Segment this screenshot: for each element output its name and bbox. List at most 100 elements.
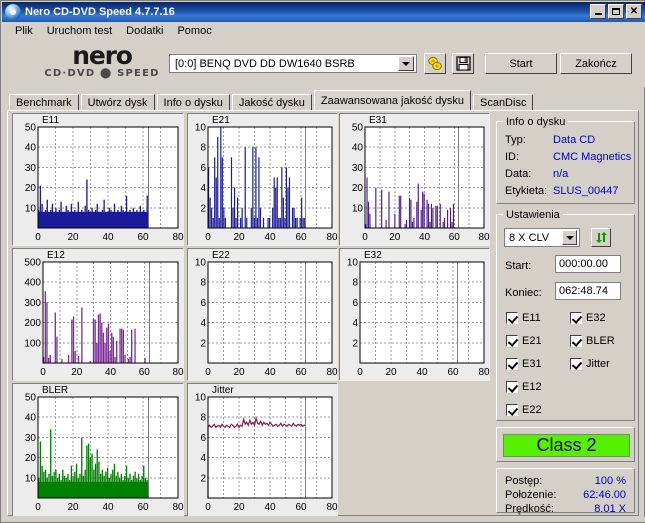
speed-label: Prędkość: [505, 503, 554, 515]
chart-title-e11: E11 [42, 115, 60, 126]
svg-text:40: 40 [25, 413, 37, 424]
svg-text:10: 10 [347, 258, 359, 269]
checkmark-icon [506, 312, 518, 324]
svg-text:10: 10 [352, 203, 364, 214]
menu-item-pomoc[interactable]: Pomoc [170, 24, 218, 38]
settings-title: Ustawienia [503, 209, 563, 221]
svg-text:4: 4 [352, 318, 358, 329]
svg-text:6: 6 [200, 433, 206, 444]
svg-text:40: 40 [102, 502, 114, 513]
position-label: Położenie: [505, 489, 557, 501]
svg-text:80: 80 [326, 367, 338, 378]
tab-advanced-disc-quality[interactable]: Zaawansowana jakość dysku [313, 90, 471, 111]
checkbox-e12[interactable]: E12 [506, 381, 542, 393]
settings-group: Ustawienia 8 X CLV Start: 000:00.00 Koni… [496, 209, 635, 421]
svg-text:8: 8 [200, 143, 206, 154]
svg-text:60: 60 [295, 367, 307, 378]
svg-text:60: 60 [295, 502, 307, 513]
drive-select[interactable]: [0:0] BENQ DVD DD DW1640 BSRB [169, 54, 417, 73]
svg-text:80: 80 [478, 367, 490, 378]
minimize-button[interactable] [590, 4, 606, 19]
disc-info-group: Info o dysku Typ: Data CD ID: CMC Magnet… [496, 116, 635, 204]
svg-text:80: 80 [172, 502, 184, 513]
svg-text:40: 40 [105, 367, 117, 378]
chevron-down-icon[interactable] [562, 230, 577, 245]
svg-text:30: 30 [352, 163, 364, 174]
checkbox-e31[interactable]: E31 [506, 358, 542, 370]
chart-bler: 10 20 30 40 50 0 20 40 60 80 BLER [12, 383, 184, 516]
svg-text:20: 20 [389, 232, 401, 243]
svg-text:2: 2 [200, 473, 206, 484]
svg-text:200: 200 [24, 318, 41, 329]
svg-text:300: 300 [24, 298, 41, 309]
menu-bar: Plik Uruchom test Dodatki Pomoc [2, 22, 645, 40]
checkmark-icon [506, 404, 518, 416]
start-button[interactable]: Start [485, 53, 557, 74]
chart-e31: 10 20 30 40 50 0 20 40 60 80 E31 [339, 113, 490, 246]
svg-text:20: 20 [71, 367, 83, 378]
svg-text:20: 20 [233, 232, 245, 243]
menu-item-dodatki[interactable]: Dodatki [119, 24, 170, 38]
window-controls: ✕ [590, 4, 642, 19]
tab-scandisc[interactable]: ScanDisc [472, 94, 534, 111]
tab-disc-quality[interactable]: Jakość dysku [231, 94, 312, 111]
svg-text:30: 30 [25, 433, 37, 444]
checkmark-icon [506, 358, 518, 370]
svg-text:2: 2 [200, 338, 206, 349]
checkbox-e12-label: E12 [522, 381, 542, 393]
svg-text:0: 0 [40, 367, 46, 378]
chevron-down-icon[interactable] [398, 56, 414, 71]
disc-id-label: ID: [505, 151, 520, 163]
tab-create-disc[interactable]: Utwórz dysk [80, 94, 155, 111]
svg-text:100: 100 [24, 338, 41, 349]
title-bar: Nero CD-DVD Speed 4.7.7.16 ✕ [2, 2, 645, 22]
right-column: Info o dysku Typ: Data CD ID: CMC Magnet… [494, 113, 637, 515]
refresh-button[interactable] [591, 228, 611, 247]
logo-subtitle: CD·DVD ⬤ SPEED [44, 68, 160, 79]
svg-text:40: 40 [102, 232, 114, 243]
checkbox-e11[interactable]: E11 [506, 312, 541, 324]
svg-text:80: 80 [172, 367, 184, 378]
svg-text:60: 60 [137, 232, 149, 243]
save-button[interactable] [452, 53, 474, 74]
quit-button[interactable]: Zakończ [560, 53, 632, 74]
checkbox-e21[interactable]: E21 [506, 335, 542, 347]
app-window: Nero CD-DVD Speed 4.7.7.16 ✕ Plik Urucho… [0, 0, 645, 523]
checkbox-e11-label: E11 [522, 312, 541, 324]
svg-text:20: 20 [67, 502, 79, 513]
svg-text:400: 400 [24, 278, 41, 289]
checkbox-jitter[interactable]: Jitter [570, 358, 610, 370]
speed-settings-button[interactable] [424, 53, 446, 74]
logo-wordmark: nero [72, 41, 133, 70]
end-time-field[interactable]: 062:48.74 [555, 282, 621, 300]
class-group: Class 2 [496, 427, 635, 462]
tab-bar: Benchmark Utwórz dysk Info o dysku Jakoś… [9, 90, 535, 111]
end-time-label: Koniec: [505, 287, 542, 299]
speed-select[interactable]: 8 X CLV [504, 228, 580, 247]
svg-text:20: 20 [233, 502, 245, 513]
svg-text:500: 500 [24, 258, 41, 269]
menu-item-uruchom-test[interactable]: Uruchom test [40, 24, 119, 38]
svg-text:10: 10 [25, 473, 37, 484]
svg-text:40: 40 [416, 367, 428, 378]
tab-disc-info[interactable]: Info o dysku [156, 94, 230, 111]
disc-id-value: CMC Magnetics [553, 151, 632, 163]
start-time-field[interactable]: 000:00.00 [555, 255, 621, 273]
tab-benchmark[interactable]: Benchmark [9, 94, 79, 111]
close-button[interactable]: ✕ [626, 4, 642, 19]
svg-text:80: 80 [478, 232, 490, 243]
checkbox-bler[interactable]: BLER [570, 335, 615, 347]
chart-e12: 100 200 300 400 500 0 20 40 60 80 E12 [12, 248, 184, 381]
class-badge: Class 2 [503, 434, 630, 457]
chart-title-e21: E21 [212, 115, 230, 126]
svg-text:40: 40 [264, 502, 276, 513]
svg-text:60: 60 [139, 367, 151, 378]
maximize-button[interactable] [608, 4, 624, 19]
menu-item-plik[interactable]: Plik [8, 24, 40, 38]
checkbox-e22[interactable]: E22 [506, 404, 542, 416]
checkbox-e32[interactable]: E32 [570, 312, 606, 324]
chart-title-jitter: Jitter [212, 385, 234, 396]
svg-text:50: 50 [25, 123, 37, 134]
disc-info-title: Info o dysku [503, 116, 569, 128]
svg-text:8: 8 [200, 278, 206, 289]
